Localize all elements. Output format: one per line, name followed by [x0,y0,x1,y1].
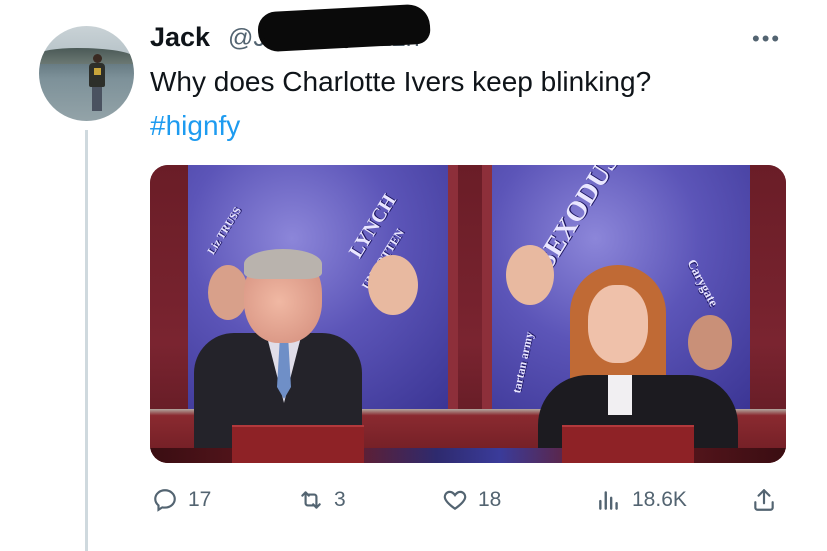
views-icon [599,491,618,510]
retweet-icon [301,491,321,509]
views-count: 18.6K [632,488,687,511]
tweet-actions: 17 3 18 18.6K [0,478,827,522]
reply-icon [154,489,176,512]
panel-frame [482,165,492,410]
share-button[interactable] [751,478,777,522]
retweet-count: 3 [334,488,346,511]
author-avatar[interactable] [39,26,134,121]
reply-count: 17 [188,488,212,511]
tweet-image[interactable]: LYNCH UNGOTTEN GAINS Liz TRUSS SEXODUS C… [150,165,786,463]
avatar-hill [39,48,134,64]
like-icon [443,490,467,510]
desk-stand-right [562,425,694,463]
share-icon [754,489,774,511]
avatar-person [89,54,105,114]
retweet-button[interactable]: 3 [298,478,346,522]
panel-frame [448,165,458,410]
hashtag-link[interactable]: #hignfy [150,110,240,142]
author-name[interactable]: Jack [150,22,210,53]
like-button[interactable]: 18 [442,478,501,522]
cover-text-liz: Liz TRUSS [205,205,244,257]
reply-button[interactable]: 17 [152,478,211,522]
like-count: 18 [478,488,502,511]
tweet-text: Why does Charlotte Ivers keep blinking? [150,66,652,97]
cover-face-a [368,255,418,315]
views-button[interactable]: 18.6K [596,478,687,522]
more-icon[interactable]: ••• [752,26,781,52]
desk-stand-left [232,425,364,463]
